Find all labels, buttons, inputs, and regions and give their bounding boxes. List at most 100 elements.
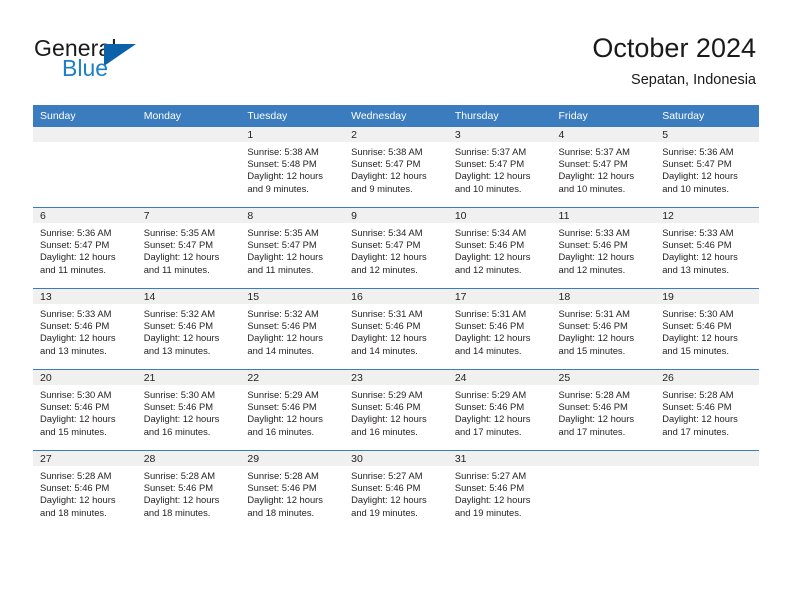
day-cell[interactable]: 17 Sunrise: 5:31 AM Sunset: 5:46 PM Dayligh… xyxy=(447,288,552,370)
sunset-text: Sunset: 5:46 PM xyxy=(247,320,317,332)
sunrise-text: Sunrise: 5:36 AM xyxy=(40,227,112,238)
sunset-text: Sunset: 5:47 PM xyxy=(454,158,525,170)
day-number: 9 xyxy=(344,208,448,223)
day-cell[interactable]: 26 Sunrise: 5:28 AM Sunset: 5:46 PM Dayligh… xyxy=(655,369,759,451)
sunrise-text: Sunrise: 5:28 AM xyxy=(247,470,319,481)
day-cell[interactable]: 21 Sunrise: 5:30 AM Sunset: 5:46 PM Dayligh… xyxy=(136,369,241,451)
day-number: 28 xyxy=(136,451,241,466)
sunset-text: Sunset: 5:46 PM xyxy=(247,482,317,494)
daylight-text-line2: and 9 minutes. xyxy=(351,182,413,194)
day-number: 7 xyxy=(136,208,241,223)
daylight-text-line2: and 15 minutes. xyxy=(662,344,729,356)
day-cell[interactable] xyxy=(136,127,241,208)
day-cell[interactable]: 23 Sunrise: 5:29 AM Sunset: 5:46 PM Dayligh… xyxy=(344,369,448,451)
day-number: 6 xyxy=(33,208,137,223)
daylight-text-line2: and 13 minutes. xyxy=(662,263,729,275)
daylight-text-line2: and 15 minutes. xyxy=(40,425,107,437)
sunset-text: Sunset: 5:46 PM xyxy=(454,401,525,413)
day-number: 4 xyxy=(551,127,656,142)
day-number: 13 xyxy=(33,289,137,304)
day-cell[interactable]: 6 Sunrise: 5:36 AM Sunset: 5:47 PM Daylight… xyxy=(33,207,137,289)
day-cell[interactable]: 31 Sunrise: 5:27 AM Sunset: 5:46 PM Dayligh… xyxy=(447,450,552,531)
weekday-header-monday: Monday xyxy=(136,105,241,127)
daylight-text-line1: Daylight: 12 hours xyxy=(40,332,116,344)
daylight-text-line2: and 11 minutes. xyxy=(143,263,210,275)
sunrise-text: Sunrise: 5:30 AM xyxy=(143,389,216,400)
page-subtitle: Sepatan, Indonesia xyxy=(631,72,756,88)
sunset-text: Sunset: 5:46 PM xyxy=(40,320,110,332)
day-cell[interactable]: 7 Sunrise: 5:35 AM Sunset: 5:47 PM Daylight… xyxy=(136,207,241,289)
day-cell[interactable]: 11 Sunrise: 5:33 AM Sunset: 5:46 PM Dayligh… xyxy=(551,207,656,289)
day-cell[interactable]: 25 Sunrise: 5:28 AM Sunset: 5:46 PM Dayligh… xyxy=(551,369,656,451)
daylight-text-line1: Daylight: 12 hours xyxy=(351,413,427,425)
week-row: 27 Sunrise: 5:28 AM Sunset: 5:46 PM Dayligh… xyxy=(33,450,759,531)
day-cell[interactable]: 15 Sunrise: 5:32 AM Sunset: 5:46 PM Dayligh… xyxy=(240,288,345,370)
sunset-text: Sunset: 5:47 PM xyxy=(143,239,214,251)
daylight-text-line2: and 10 minutes. xyxy=(454,182,522,194)
day-cell[interactable]: 4 Sunrise: 5:37 AM Sunset: 5:47 PM Daylight… xyxy=(551,127,656,208)
daylight-text-line2: and 11 minutes. xyxy=(247,263,314,275)
sunrise-text: Sunrise: 5:28 AM xyxy=(40,470,112,481)
day-cell[interactable]: 12 Sunrise: 5:33 AM Sunset: 5:46 PM Dayligh… xyxy=(655,207,759,289)
daylight-text-line2: and 10 minutes. xyxy=(662,182,729,194)
day-number: 23 xyxy=(344,370,448,385)
day-number: 12 xyxy=(655,208,759,223)
daylight-text-line1: Daylight: 12 hours xyxy=(143,332,220,344)
day-cell[interactable]: 8 Sunrise: 5:35 AM Sunset: 5:47 PM Daylight… xyxy=(240,207,345,289)
sunrise-text: Sunrise: 5:37 AM xyxy=(558,146,630,157)
sunset-text: Sunset: 5:46 PM xyxy=(662,401,732,413)
day-cell[interactable]: 10 Sunrise: 5:34 AM Sunset: 5:46 PM Dayligh… xyxy=(447,207,552,289)
sunset-text: Sunset: 5:46 PM xyxy=(558,320,628,332)
daylight-text-line1: Daylight: 12 hours xyxy=(662,251,738,263)
daylight-text-line1: Daylight: 12 hours xyxy=(662,413,738,425)
brand-name-blue: Blue xyxy=(62,55,109,81)
sunrise-text: Sunrise: 5:29 AM xyxy=(247,389,319,400)
day-cell[interactable]: 2 Sunrise: 5:38 AM Sunset: 5:47 PM Daylight… xyxy=(344,127,448,208)
day-cell[interactable]: 19 Sunrise: 5:30 AM Sunset: 5:46 PM Dayligh… xyxy=(655,288,759,370)
day-cell[interactable]: 30 Sunrise: 5:27 AM Sunset: 5:46 PM Dayligh… xyxy=(344,450,448,531)
day-cell[interactable]: 24 Sunrise: 5:29 AM Sunset: 5:46 PM Dayligh… xyxy=(447,369,552,451)
day-cell[interactable]: 28 Sunrise: 5:28 AM Sunset: 5:46 PM Dayligh… xyxy=(136,450,241,531)
sunrise-text: Sunrise: 5:35 AM xyxy=(143,227,216,238)
day-cell[interactable]: 9 Sunrise: 5:34 AM Sunset: 5:47 PM Daylight… xyxy=(344,207,448,289)
day-cell[interactable] xyxy=(551,450,656,531)
daylight-text-line1: Daylight: 12 hours xyxy=(558,413,635,425)
day-cell[interactable]: 1 Sunrise: 5:38 AM Sunset: 5:48 PM Daylight… xyxy=(240,127,345,208)
sunrise-text: Sunrise: 5:38 AM xyxy=(247,146,319,157)
sunrise-text: Sunrise: 5:34 AM xyxy=(454,227,527,238)
day-cell[interactable]: 18 Sunrise: 5:31 AM Sunset: 5:46 PM Dayligh… xyxy=(551,288,656,370)
day-cell[interactable]: 5 Sunrise: 5:36 AM Sunset: 5:47 PM Daylight… xyxy=(655,127,759,208)
sunset-text: Sunset: 5:47 PM xyxy=(351,158,421,170)
day-cell[interactable]: 27 Sunrise: 5:28 AM Sunset: 5:46 PM Dayligh… xyxy=(33,450,137,531)
day-cell[interactable]: 22 Sunrise: 5:29 AM Sunset: 5:46 PM Dayligh… xyxy=(240,369,345,451)
daylight-text-line2: and 17 minutes. xyxy=(558,425,626,437)
day-cell[interactable]: 13 Sunrise: 5:33 AM Sunset: 5:46 PM Dayligh… xyxy=(33,288,137,370)
day-cell[interactable]: 16 Sunrise: 5:31 AM Sunset: 5:46 PM Dayligh… xyxy=(344,288,448,370)
sunset-text: Sunset: 5:46 PM xyxy=(662,320,732,332)
day-number: 29 xyxy=(240,451,345,466)
daylight-text-line1: Daylight: 12 hours xyxy=(40,413,116,425)
daylight-text-line1: Daylight: 12 hours xyxy=(351,494,427,506)
daylight-text-line1: Daylight: 12 hours xyxy=(143,251,220,263)
day-number xyxy=(33,127,137,142)
day-cell[interactable]: 29 Sunrise: 5:28 AM Sunset: 5:46 PM Dayligh… xyxy=(240,450,345,531)
sunrise-text: Sunrise: 5:27 AM xyxy=(351,470,423,481)
daylight-text-line1: Daylight: 12 hours xyxy=(351,251,427,263)
day-cell[interactable] xyxy=(33,127,137,208)
sunrise-text: Sunrise: 5:35 AM xyxy=(247,227,319,238)
sunset-text: Sunset: 5:46 PM xyxy=(454,482,525,494)
day-number xyxy=(551,451,656,466)
day-cell[interactable] xyxy=(655,450,759,531)
day-cell[interactable]: 20 Sunrise: 5:30 AM Sunset: 5:46 PM Dayligh… xyxy=(33,369,137,451)
day-number: 5 xyxy=(655,127,759,142)
day-number: 18 xyxy=(551,289,656,304)
week-row: 6 Sunrise: 5:36 AM Sunset: 5:47 PM Daylight… xyxy=(33,207,759,289)
daylight-text-line1: Daylight: 12 hours xyxy=(558,170,635,182)
day-cell[interactable]: 3 Sunrise: 5:37 AM Sunset: 5:47 PM Daylight… xyxy=(447,127,552,208)
sunset-text: Sunset: 5:46 PM xyxy=(454,320,525,332)
sunrise-text: Sunrise: 5:37 AM xyxy=(454,146,527,157)
daylight-text-line1: Daylight: 12 hours xyxy=(40,251,116,263)
day-cell[interactable]: 14 Sunrise: 5:32 AM Sunset: 5:46 PM Dayligh… xyxy=(136,288,241,370)
general-blue-logo: General Blue xyxy=(34,36,234,92)
sunset-text: Sunset: 5:46 PM xyxy=(454,239,525,251)
